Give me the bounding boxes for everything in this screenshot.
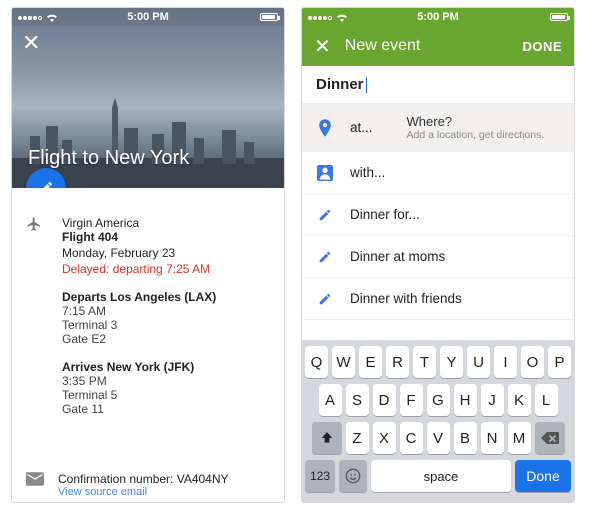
flight-detail-screen: 5:00 PM ✕ Flight to New York [12,8,284,502]
arrives-title: Arrives New York (JFK) [62,360,268,374]
key-r[interactable]: R [386,346,409,378]
flight-details: Virgin America Flight 404 Monday, Februa… [12,188,284,502]
location-pin-icon [316,119,334,137]
key-m[interactable]: M [508,422,531,454]
key-s[interactable]: S [346,384,369,416]
hero-title: Flight to New York [28,147,189,170]
keyboard-row: 123 space Done [305,460,571,492]
suggestion-item[interactable]: Dinner at moms [302,236,574,278]
suggestion-item[interactable]: Dinner for... [302,194,574,236]
callout-title: Where? [407,114,545,129]
hero: 5:00 PM ✕ Flight to New York [12,8,284,188]
key-q[interactable]: Q [305,346,328,378]
status-bar: 5:00 PM [12,8,284,26]
suggestion-location[interactable]: at... Where? Add a location, get directi… [302,104,574,152]
key-k[interactable]: K [508,384,531,416]
status-bar: 5:00 PM [302,8,574,26]
arrives-terminal: Terminal 5 [62,388,268,402]
keyboard-row: Z X C V B N M [305,422,571,454]
wifi-icon [46,13,58,22]
suggestion-label: with... [350,165,385,180]
battery-icon [550,13,568,21]
arrives-time: 3:35 PM [62,374,268,388]
suggestion-label: at... [350,120,373,135]
shift-icon [320,431,334,445]
key-j[interactable]: J [481,384,504,416]
suggestion-label: Dinner at moms [350,249,445,264]
key-o[interactable]: O [521,346,544,378]
flight-date: Monday, February 23 [62,246,268,260]
key-y[interactable]: Y [440,346,463,378]
done-button[interactable]: DONE [522,39,562,54]
key-z[interactable]: Z [346,422,369,454]
airline-name: Virgin America [62,216,268,230]
departs-title: Departs Los Angeles (LAX) [62,290,268,304]
key-b[interactable]: B [454,422,477,454]
key-h[interactable]: H [454,384,477,416]
keyboard: Q W E R T Y U I O P A S D F G H J K L [302,340,574,502]
key-shift[interactable] [312,422,342,454]
close-button[interactable]: ✕ [314,34,331,59]
key-u[interactable]: U [467,346,490,378]
pencil-icon [38,180,54,188]
suggestion-with[interactable]: with... [302,152,574,194]
key-l[interactable]: L [535,384,558,416]
new-event-screen: 5:00 PM ✕ New event DONE Dinner at... Wh… [302,8,574,502]
wifi-icon [336,13,348,22]
close-button[interactable]: ✕ [22,32,40,54]
emoji-icon [345,468,361,484]
signal-dots-icon [308,11,333,23]
app-bar: 5:00 PM ✕ New event DONE [302,8,574,66]
key-g[interactable]: G [427,384,450,416]
text-cursor [366,77,368,93]
departs-time: 7:15 AM [62,304,268,318]
airplane-icon [26,216,42,232]
pencil-icon [316,292,334,306]
key-d[interactable]: D [373,384,396,416]
pencil-icon [316,250,334,264]
person-icon [316,165,334,181]
key-x[interactable]: X [373,422,396,454]
keyboard-row: A S D F G H J K L [305,384,571,416]
key-backspace[interactable] [535,422,565,454]
location-callout: Where? Add a location, get directions. [407,114,545,141]
flight-number: Flight 404 [62,230,268,244]
key-c[interactable]: C [400,422,423,454]
key-w[interactable]: W [332,346,355,378]
keyboard-row: Q W E R T Y U I O P [305,346,571,378]
pencil-icon [316,208,334,222]
appbar-title: New event [345,37,509,55]
key-a[interactable]: A [319,384,342,416]
battery-icon [260,13,278,21]
key-e[interactable]: E [359,346,382,378]
source-row: Confirmation number: VA404NY View source… [26,472,270,498]
key-t[interactable]: T [413,346,436,378]
delay-notice: Delayed: departing 7:25 AM [62,262,268,276]
arrives-gate: Gate 11 [62,402,268,416]
suggestion-label: Dinner for... [350,207,420,222]
callout-sub: Add a location, get directions. [407,129,545,141]
key-space[interactable]: space [371,460,511,492]
departs-gate: Gate E2 [62,332,268,346]
key-f[interactable]: F [400,384,423,416]
backspace-icon [541,432,559,444]
event-title-text: Dinner [316,76,364,93]
key-i[interactable]: I [494,346,517,378]
key-p[interactable]: P [548,346,571,378]
key-emoji[interactable] [339,460,367,492]
key-n[interactable]: N [481,422,504,454]
suggestion-item[interactable]: Dinner with friends [302,278,574,320]
suggestion-label: Dinner with friends [350,291,462,306]
key-done[interactable]: Done [515,460,571,492]
event-title-input[interactable]: Dinner [302,66,574,104]
mail-icon [26,472,44,486]
signal-dots-icon [18,11,43,23]
key-v[interactable]: V [427,422,450,454]
key-123[interactable]: 123 [305,460,335,492]
confirmation-number: Confirmation number: VA404NY [58,472,229,486]
departs-terminal: Terminal 3 [62,318,268,332]
view-source-link[interactable]: View source email [58,486,229,498]
